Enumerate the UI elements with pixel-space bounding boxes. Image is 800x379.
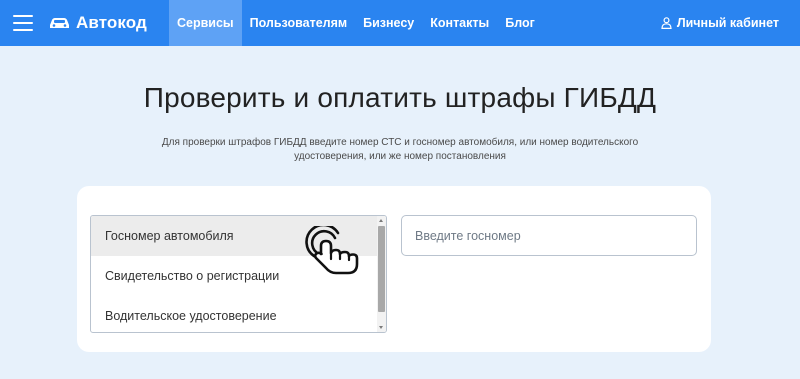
nav-item-services[interactable]: Сервисы — [169, 0, 242, 46]
option-driver-license[interactable]: Водительское удостоверение — [91, 296, 378, 332]
page-subtitle: Для проверки штрафов ГИБДД введите номер… — [160, 136, 640, 164]
user-icon — [661, 17, 672, 29]
option-plate-number[interactable]: Госномер автомобиля — [91, 216, 378, 256]
nav-item-business[interactable]: Бизнесу — [355, 0, 422, 46]
scroll-thumb[interactable] — [378, 226, 385, 312]
top-navigation-bar: Автокод Сервисы Пользователям Бизнесу Ко… — [0, 0, 800, 46]
listbox-scrollbar[interactable] — [377, 216, 386, 332]
logo-text: Автокод — [76, 13, 147, 32]
account-label: Личный кабинет — [676, 16, 779, 30]
menu-icon[interactable] — [13, 15, 33, 31]
scroll-down-arrow-icon[interactable] — [379, 326, 383, 329]
page-title: Проверить и оплатить штрафы ГИБДД — [143, 82, 657, 113]
car-logo-icon — [50, 18, 69, 28]
main-nav: Сервисы Пользователям Бизнесу Контакты Б… — [169, 0, 543, 46]
plate-number-input[interactable] — [401, 215, 697, 256]
account-link[interactable]: Личный кабинет — [661, 0, 779, 46]
scroll-up-arrow-icon[interactable] — [379, 219, 383, 222]
subtitle-line-1: Для проверки штрафов ГИБДД введите номер… — [161, 137, 639, 148]
nav-item-contacts[interactable]: Контакты — [422, 0, 497, 46]
subtitle-line-2: удостоверения, или же номер постановлени… — [294, 151, 506, 162]
nav-item-users[interactable]: Пользователям — [242, 0, 356, 46]
logo[interactable]: Автокод — [49, 11, 147, 35]
option-registration-certificate[interactable]: Свидетельство о регистрации — [91, 256, 378, 296]
nav-item-blog[interactable]: Блог — [497, 0, 543, 46]
search-type-listbox[interactable]: Госномер автомобиля Свидетельство о реги… — [90, 215, 387, 333]
